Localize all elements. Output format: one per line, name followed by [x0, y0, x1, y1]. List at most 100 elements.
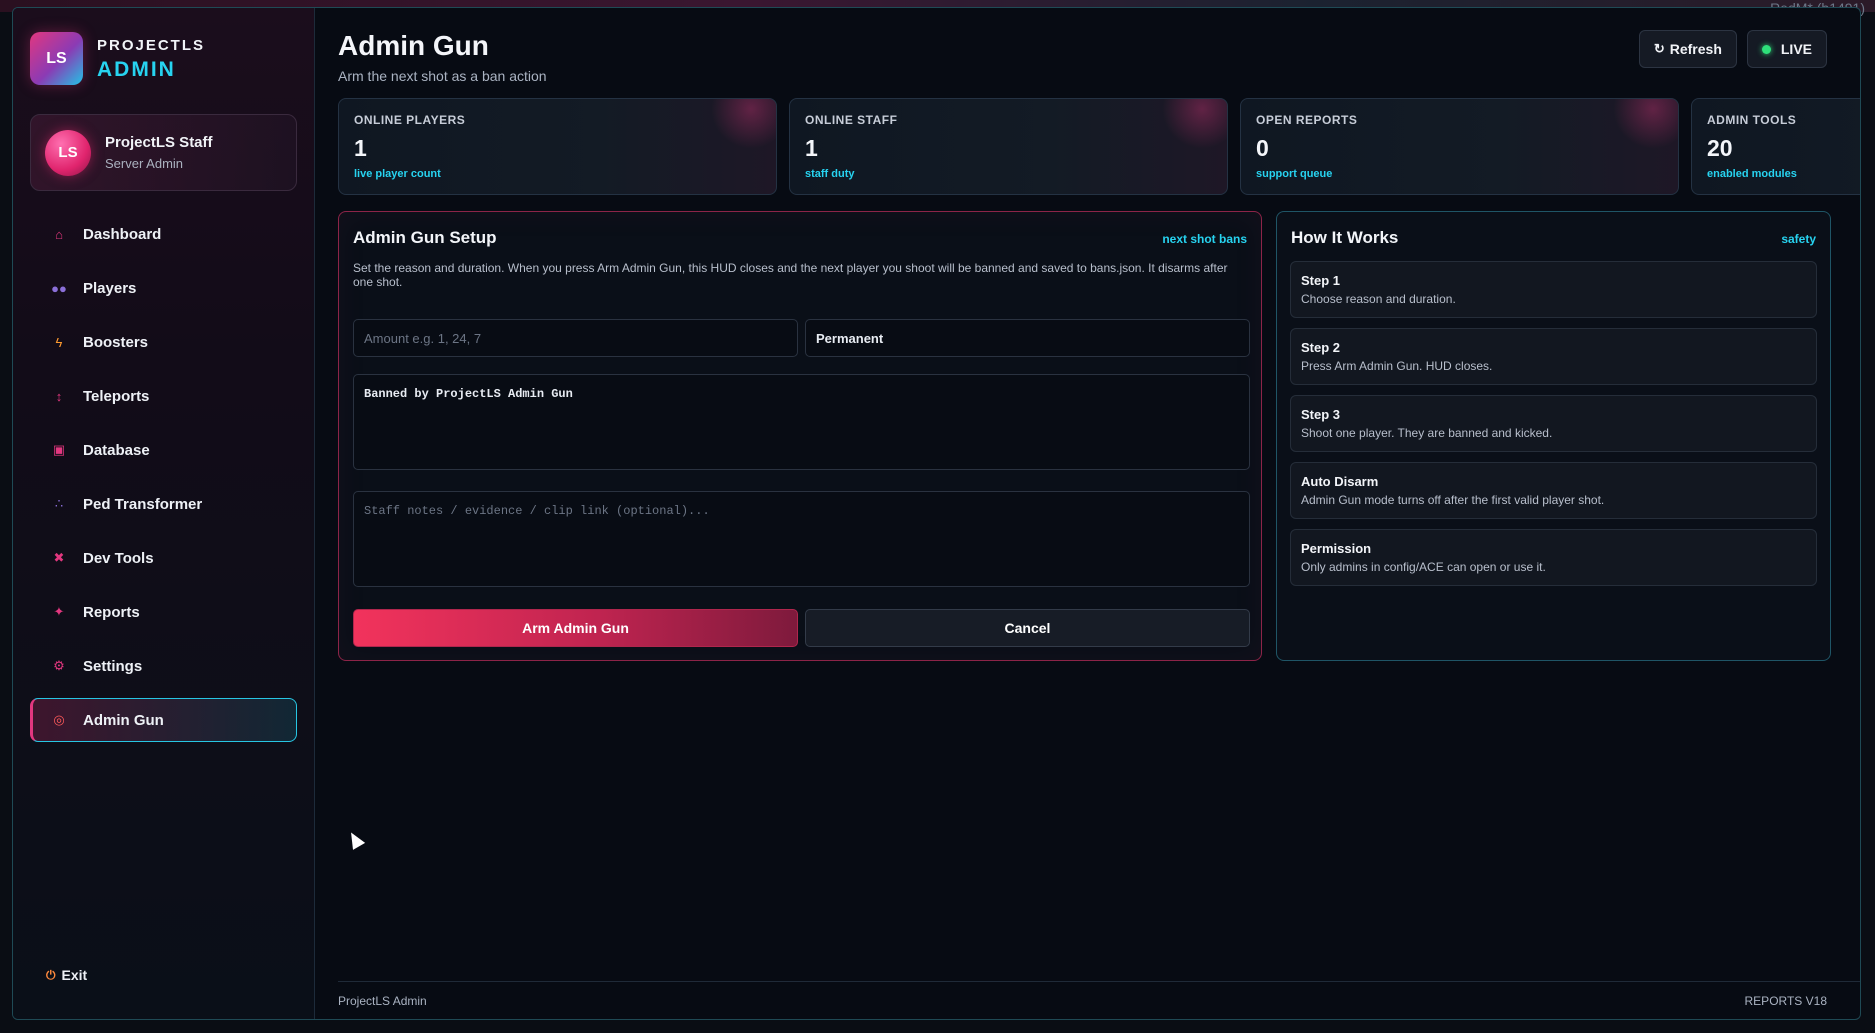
step-desc: Only admins in config/ACE can open or us… [1301, 560, 1546, 574]
exit-label: Exit [61, 967, 88, 983]
stat-value: 0 [1256, 135, 1269, 161]
step-title: Step 2 [1301, 340, 1341, 355]
sidebar-item-label: Players [83, 279, 137, 297]
profile-name: ProjectLS Staff [105, 134, 213, 151]
step-title: Step 1 [1301, 273, 1341, 288]
stat-sub: staff duty [805, 168, 855, 180]
brand-text: PROJECTLS ADMIN [97, 38, 205, 80]
stat-value: 1 [805, 135, 818, 161]
list-item: Step 3 Shoot one player. They are banned… [1290, 395, 1817, 452]
step-desc: Press Arm Admin Gun. HUD closes. [1301, 359, 1493, 373]
admin-window: LS PROJECTLS ADMIN LS ProjectLS Staff Se… [12, 7, 1861, 1020]
sidebar-item-players[interactable]: ●● Players [30, 266, 297, 310]
stat-card-admin-tools: ADMIN TOOLS 20 enabled modules [1691, 98, 1860, 195]
profile-text: ProjectLS Staff Server Admin [105, 134, 213, 171]
live-dot-icon [1761, 44, 1771, 54]
panel-tag: safety [1781, 232, 1816, 246]
refresh-button[interactable]: ↻ Refresh [1638, 30, 1737, 68]
staff-notes-textarea[interactable] [353, 491, 1250, 587]
brand-name: PROJECTLS [97, 36, 206, 54]
footer-version: REPORTS V18 [1744, 994, 1827, 1008]
exit-button[interactable]: ⏻ Exit [46, 967, 87, 983]
database-icon: ▣ [52, 442, 66, 457]
step-title: Step 3 [1301, 407, 1341, 422]
panel-tag: next shot bans [1162, 232, 1247, 246]
stat-label: ONLINE STAFF [805, 113, 898, 127]
tools-icon: ✖ [53, 550, 65, 565]
stat-card-online-staff: ONLINE STAFF 1 staff duty [789, 98, 1228, 195]
stat-sub: support queue [1256, 168, 1333, 180]
sidebar-item-teleports[interactable]: ↕ Teleports [30, 374, 297, 418]
cancel-button[interactable]: Cancel [805, 609, 1250, 647]
main-content: Admin Gun Arm the next shot as a ban act… [315, 8, 1860, 1019]
sidebar-nav: ⌂ Dashboard ●● Players ϟ Boosters ↕ Tele… [30, 212, 297, 752]
live-label: LIVE [1780, 41, 1812, 57]
arrows-vertical-icon: ↕ [55, 388, 63, 404]
sidebar-item-label: Dev Tools [83, 549, 154, 567]
profile-card: LS ProjectLS Staff Server Admin [30, 114, 297, 191]
sidebar: LS PROJECTLS ADMIN LS ProjectLS Staff Se… [13, 8, 315, 1019]
duration-select[interactable]: Permanent [805, 319, 1250, 357]
profile-role: Server Admin [105, 156, 184, 171]
sidebar-item-database[interactable]: ▣ Database [30, 428, 297, 472]
brand-subname: ADMIN [97, 57, 176, 81]
step-desc: Shoot one player. They are banned and ki… [1301, 426, 1553, 440]
avatar: LS [45, 129, 91, 176]
stat-value: 1 [354, 135, 367, 161]
sidebar-item-label: Ped Transformer [83, 495, 203, 513]
stat-card-open-reports: OPEN REPORTS 0 support queue [1240, 98, 1679, 195]
list-item: Auto Disarm Admin Gun mode turns off aft… [1290, 462, 1817, 519]
sidebar-item-label: Teleports [83, 387, 150, 405]
target-icon: ◎ [53, 712, 65, 727]
setup-description: Set the reason and duration. When you pr… [353, 261, 1228, 289]
bolt-icon: ϟ [55, 334, 63, 350]
power-icon: ⏻ [46, 967, 56, 982]
list-item: Permission Only admins in config/ACE can… [1290, 529, 1817, 586]
step-desc: Choose reason and duration. [1301, 292, 1456, 306]
sidebar-item-dev-tools[interactable]: ✖ Dev Tools [30, 536, 297, 580]
sparkle-icon: ✦ [53, 604, 65, 619]
brand-logo: LS [30, 32, 83, 85]
step-title: Auto Disarm [1301, 474, 1379, 489]
sidebar-item-reports[interactable]: ✦ Reports [30, 590, 297, 634]
refresh-icon: ↻ [1653, 41, 1665, 56]
duration-select-value: Permanent [816, 330, 884, 346]
stat-label: ADMIN TOOLS [1707, 113, 1797, 127]
sidebar-item-boosters[interactable]: ϟ Boosters [30, 320, 297, 364]
panel-title: How It Works [1291, 228, 1399, 247]
paw-icon: ∴ [54, 496, 64, 511]
stat-sub: live player count [354, 168, 441, 180]
page-subtitle: Arm the next shot as a ban action [338, 68, 547, 84]
sidebar-item-label: Database [83, 441, 150, 459]
admin-gun-setup-panel: Admin Gun Setup next shot bans Set the r… [338, 211, 1262, 661]
users-icon: ●● [51, 280, 67, 296]
sidebar-item-admin-gun[interactable]: ◎ Admin Gun [30, 698, 297, 742]
stat-card-online-players: ONLINE PLAYERS 1 live player count [338, 98, 777, 195]
panel-title: Admin Gun Setup [353, 228, 497, 247]
stat-label: OPEN REPORTS [1256, 113, 1358, 127]
arm-admin-gun-button[interactable]: Arm Admin Gun [353, 609, 798, 647]
home-icon: ⌂ [55, 226, 63, 242]
steps-list: Step 1 Choose reason and duration. Step … [1290, 261, 1817, 596]
sidebar-item-dashboard[interactable]: ⌂ Dashboard [30, 212, 297, 256]
sidebar-item-label: Reports [83, 603, 140, 621]
footer-app-name: ProjectLS Admin [338, 994, 427, 1008]
ban-reason-textarea[interactable]: Banned by ProjectLS Admin Gun [353, 374, 1250, 470]
stat-sub: enabled modules [1707, 168, 1797, 180]
live-status-button[interactable]: LIVE [1746, 30, 1827, 68]
step-desc: Admin Gun mode turns off after the first… [1301, 493, 1605, 507]
stat-label: ONLINE PLAYERS [354, 113, 466, 127]
top-actions: ↻ Refresh LIVE [1638, 30, 1827, 68]
how-it-works-panel: How It Works safety Step 1 Choose reason… [1276, 211, 1831, 661]
gear-icon: ⚙ [53, 658, 65, 673]
sidebar-item-settings[interactable]: ⚙ Settings [30, 644, 297, 688]
sidebar-item-label: Dashboard [83, 225, 162, 243]
sidebar-item-label: Boosters [83, 333, 149, 351]
list-item: Step 2 Press Arm Admin Gun. HUD closes. [1290, 328, 1817, 385]
sidebar-item-label: Admin Gun [83, 711, 164, 729]
page-title: Admin Gun [338, 30, 489, 61]
stats-row: ONLINE PLAYERS 1 live player count ONLIN… [338, 98, 1860, 195]
list-item: Step 1 Choose reason and duration. [1290, 261, 1817, 318]
duration-amount-input[interactable] [353, 319, 798, 357]
sidebar-item-ped-transformer[interactable]: ∴ Ped Transformer [30, 482, 297, 526]
